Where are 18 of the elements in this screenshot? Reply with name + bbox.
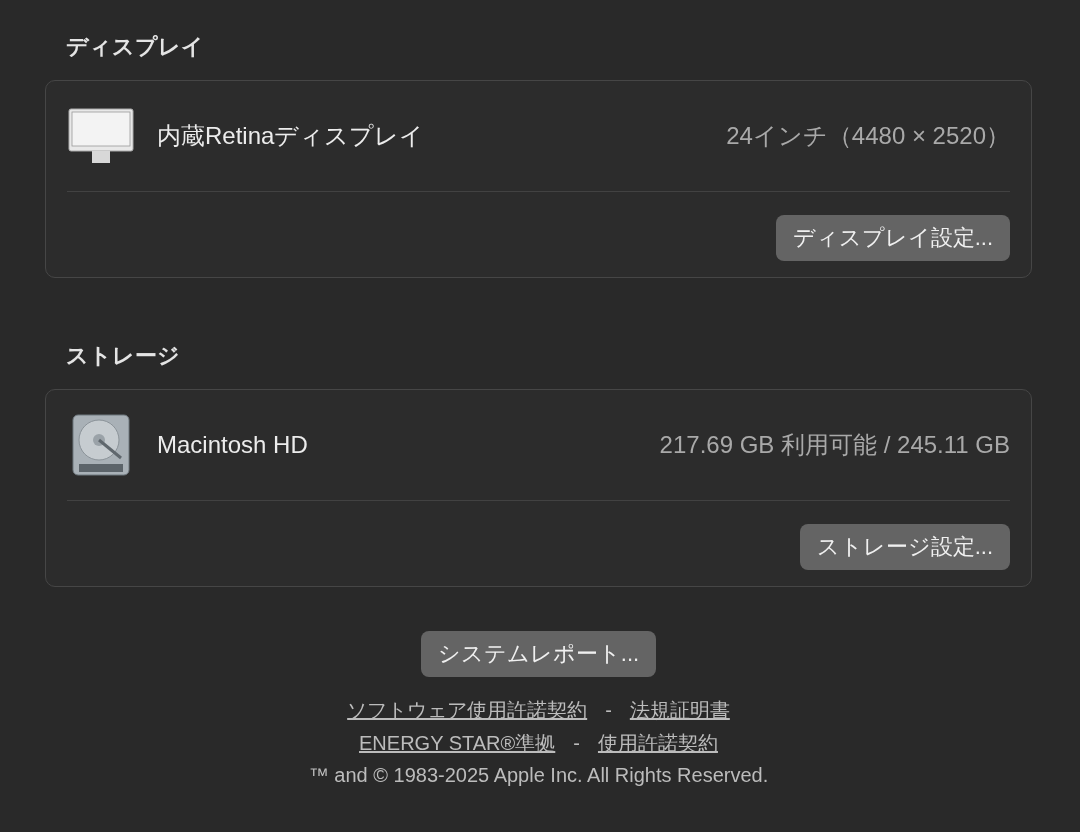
separator: - <box>605 698 612 723</box>
device-detail: 24インチ（4480 × 2520） <box>726 121 1010 151</box>
device-name: 内蔵Retinaディスプレイ <box>157 121 425 151</box>
device-name: Macintosh HD <box>157 431 308 459</box>
footer-link[interactable]: 使用許諾契約 <box>597 728 718 759</box>
section-title: ディスプレイ <box>66 33 205 61</box>
copyright-text: ™ and © 1983-2025 Apple Inc. All Rights Reserved. <box>308 763 769 788</box>
settings-button[interactable]: ストレージ設定... <box>799 524 1010 570</box>
footer-link[interactable]: ソフトウェア使用許諾契約 <box>347 695 588 726</box>
device-detail: 217.69 GB 利用可能 / 245.11 GB <box>659 430 1010 460</box>
hard-drive-icon <box>71 414 131 476</box>
settings-button[interactable]: ディスプレイ設定... <box>775 215 1010 261</box>
system-report-button[interactable]: システムレポート... <box>420 631 657 677</box>
footer-link[interactable]: ENERGY STAR®準拠 <box>359 728 556 759</box>
section-title: ストレージ <box>66 342 181 370</box>
footer-link[interactable]: 法規証明書 <box>629 695 730 726</box>
monitor-icon <box>68 108 134 164</box>
separator: - <box>573 731 580 756</box>
